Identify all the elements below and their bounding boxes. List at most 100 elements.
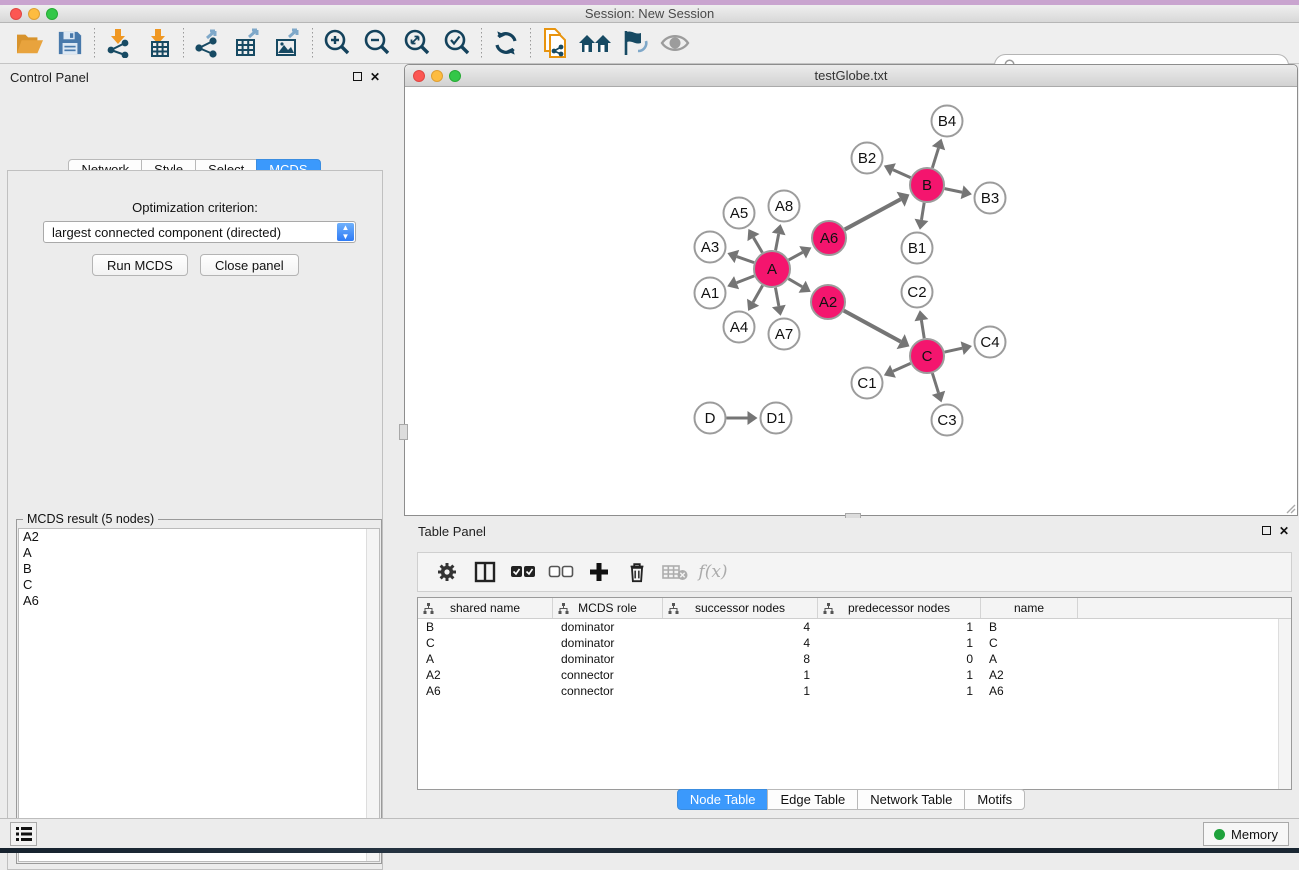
- zoom-out-button[interactable]: [357, 25, 397, 61]
- column-header-predecessor-nodes[interactable]: predecessor nodes: [818, 598, 981, 618]
- edge-B-B4[interactable]: [932, 148, 938, 168]
- zoom-traffic-light[interactable]: [46, 8, 58, 20]
- zoom-selected-button[interactable]: [437, 25, 477, 61]
- table-settings-button[interactable]: [428, 555, 466, 589]
- table-cell[interactable]: 1: [818, 667, 981, 683]
- edge-A-A6[interactable]: [789, 252, 803, 260]
- table-cell[interactable]: 1: [818, 635, 981, 651]
- network-close-traffic-light[interactable]: [413, 70, 425, 82]
- column-header-shared-name[interactable]: shared name: [418, 598, 553, 618]
- edge-A2-C[interactable]: [844, 311, 901, 342]
- refresh-button[interactable]: [486, 25, 526, 61]
- edge-A-A7[interactable]: [775, 288, 778, 306]
- show-column-button[interactable]: [466, 555, 504, 589]
- column-header-name[interactable]: name: [981, 598, 1078, 618]
- table-cell[interactable]: 0: [818, 651, 981, 667]
- result-list-item[interactable]: C: [19, 577, 379, 593]
- export-table-button[interactable]: [228, 25, 268, 61]
- create-column-button[interactable]: [580, 555, 618, 589]
- show-panels-button[interactable]: [10, 822, 37, 846]
- result-list-item[interactable]: A6: [19, 593, 379, 609]
- network-minimize-traffic-light[interactable]: [431, 70, 443, 82]
- mcds-result-list[interactable]: A2ABCA6: [18, 528, 380, 862]
- memory-button[interactable]: Memory: [1203, 822, 1289, 846]
- tab-network-table[interactable]: Network Table: [857, 789, 965, 810]
- close-panel-icon[interactable]: ✕: [370, 70, 380, 84]
- close-traffic-light[interactable]: [10, 8, 22, 20]
- import-table-button[interactable]: [139, 25, 179, 61]
- table-cell[interactable]: 1: [663, 667, 818, 683]
- select-all-columns-button[interactable]: [504, 555, 542, 589]
- delete-column-button[interactable]: [618, 555, 656, 589]
- table-float-panel-icon[interactable]: [1262, 524, 1271, 538]
- table-cell[interactable]: A2: [418, 667, 553, 683]
- table-cell[interactable]: C: [418, 635, 553, 651]
- edge-C-C2[interactable]: [921, 320, 924, 338]
- import-network-button[interactable]: [99, 25, 139, 61]
- edge-B-B2[interactable]: [893, 170, 911, 178]
- vertical-divider-grip[interactable]: [399, 424, 408, 440]
- edge-A-A8[interactable]: [776, 234, 779, 250]
- tab-edge-table[interactable]: Edge Table: [767, 789, 858, 810]
- hide-graphics-details-button[interactable]: [615, 25, 655, 61]
- table-cell[interactable]: dominator: [553, 619, 663, 635]
- result-list-scrollbar[interactable]: [366, 529, 379, 861]
- table-cell[interactable]: A: [981, 651, 1078, 667]
- network-canvas[interactable]: AA6A2BCA1A3A4A5A7A8B1B2B3B4C1C2C3C4DD1: [405, 87, 1297, 515]
- tab-motifs[interactable]: Motifs: [964, 789, 1025, 810]
- table-close-panel-icon[interactable]: ✕: [1279, 524, 1289, 538]
- network-window-titlebar[interactable]: testGlobe.txt: [405, 65, 1297, 87]
- table-row[interactable]: Bdominator41B: [418, 619, 1291, 635]
- result-list-item[interactable]: A2: [19, 529, 379, 545]
- run-mcds-button[interactable]: Run MCDS: [92, 254, 188, 276]
- table-cell[interactable]: 1: [663, 683, 818, 699]
- table-scrollbar[interactable]: [1278, 619, 1291, 790]
- home-layout-button[interactable]: [575, 25, 615, 61]
- table-cell[interactable]: 8: [663, 651, 818, 667]
- export-image-button[interactable]: [268, 25, 308, 61]
- edge-C-C1[interactable]: [893, 363, 911, 371]
- table-row[interactable]: Cdominator41C: [418, 635, 1291, 651]
- edge-A-A1[interactable]: [737, 276, 755, 283]
- column-header-MCDS-role[interactable]: MCDS role: [553, 598, 663, 618]
- table-cell[interactable]: 4: [663, 635, 818, 651]
- column-header-successor-nodes[interactable]: successor nodes: [663, 598, 818, 618]
- table-cell[interactable]: B: [418, 619, 553, 635]
- copy-network-button[interactable]: [535, 25, 575, 61]
- open-file-button[interactable]: [10, 25, 50, 61]
- window-resize-grip[interactable]: [1284, 502, 1296, 514]
- table-row[interactable]: A6connector11A6: [418, 683, 1291, 699]
- edge-A-A5[interactable]: [753, 238, 762, 253]
- edge-C-C4[interactable]: [945, 348, 963, 352]
- result-list-item[interactable]: B: [19, 561, 379, 577]
- table-row[interactable]: Adominator80A: [418, 651, 1291, 667]
- table-cell[interactable]: connector: [553, 667, 663, 683]
- minimize-traffic-light[interactable]: [28, 8, 40, 20]
- table-cell[interactable]: dominator: [553, 635, 663, 651]
- export-network-button[interactable]: [188, 25, 228, 61]
- edge-A-A3[interactable]: [737, 257, 754, 263]
- edge-A-A2[interactable]: [788, 279, 802, 287]
- close-panel-button[interactable]: Close panel: [200, 254, 299, 276]
- table-row[interactable]: A2connector11A2: [418, 667, 1291, 683]
- table-cell[interactable]: A6: [981, 683, 1078, 699]
- edge-A-A4[interactable]: [753, 286, 763, 303]
- optimization-criterion-select[interactable]: largest connected component (directed) ▲…: [43, 221, 356, 243]
- edge-B-B1[interactable]: [921, 203, 924, 220]
- result-list-item[interactable]: A: [19, 545, 379, 561]
- table-cell[interactable]: connector: [553, 683, 663, 699]
- float-panel-icon[interactable]: [353, 70, 362, 84]
- save-session-button[interactable]: [50, 25, 90, 61]
- table-cell[interactable]: dominator: [553, 651, 663, 667]
- tab-node-table[interactable]: Node Table: [677, 789, 769, 810]
- table-cell[interactable]: B: [981, 619, 1078, 635]
- table-cell[interactable]: 4: [663, 619, 818, 635]
- deselect-all-columns-button[interactable]: [542, 555, 580, 589]
- table-cell[interactable]: A6: [418, 683, 553, 699]
- table-cell[interactable]: A2: [981, 667, 1078, 683]
- table-cell[interactable]: 1: [818, 683, 981, 699]
- edge-C-C3[interactable]: [932, 373, 938, 393]
- edge-B-B3[interactable]: [945, 189, 962, 193]
- show-graphics-details-button[interactable]: [655, 25, 695, 61]
- table-cell[interactable]: 1: [818, 619, 981, 635]
